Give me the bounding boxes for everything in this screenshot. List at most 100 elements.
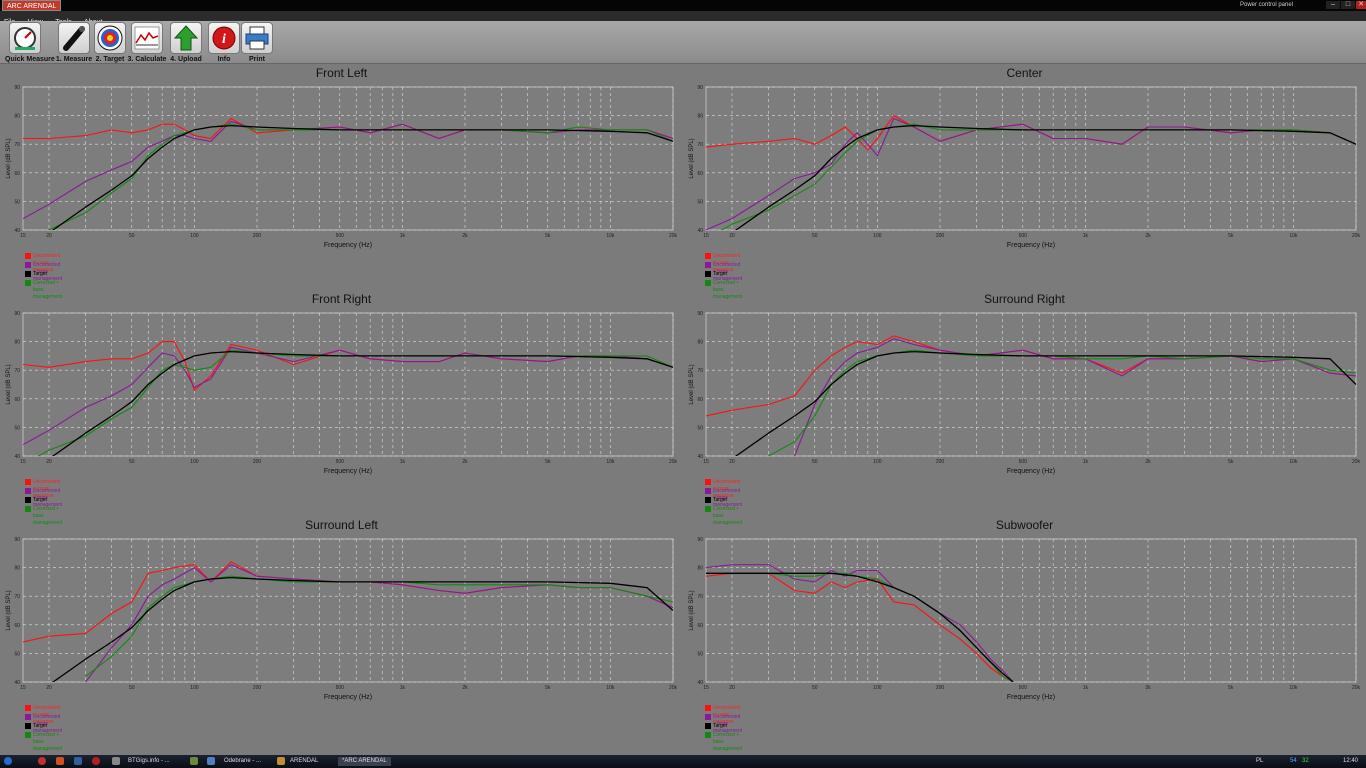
x-tick-label: 1k xyxy=(1083,233,1089,239)
x-tick-label: 20 xyxy=(729,459,735,465)
gauge-icon xyxy=(9,22,41,54)
x-tick-label: 10k xyxy=(1289,459,1298,465)
menu-bar: File View Tools About... xyxy=(0,11,1366,26)
microphone-icon xyxy=(58,22,90,54)
chart-title: Subwoofer xyxy=(995,518,1054,532)
start-orb-icon[interactable] xyxy=(4,757,12,765)
measure-button[interactable]: 1. Measure xyxy=(54,22,94,63)
legend-swatch xyxy=(705,280,711,286)
y-axis-label: Level (dB SPL) xyxy=(689,138,695,178)
calculate-label: 3. Calculate xyxy=(127,56,167,63)
toolbar: Quick Measure 1. Measure 2. Target 3. Ca… xyxy=(0,21,1366,64)
x-tick-label: 100 xyxy=(190,685,199,691)
x-tick-label: 200 xyxy=(253,233,262,239)
clock[interactable]: 12:40 xyxy=(1343,757,1358,766)
x-tick-label: 50 xyxy=(129,233,135,239)
x-tick-label: 500 xyxy=(1019,459,1028,465)
plot-area xyxy=(705,86,1357,231)
target-label: 2. Target xyxy=(95,56,125,63)
folder-icon[interactable] xyxy=(277,757,285,765)
x-tick-label: 200 xyxy=(253,459,262,465)
y-tick-label: 80 xyxy=(697,566,703,572)
taskbar-item-btgigs[interactable]: BTGigs.info - ... xyxy=(128,757,170,766)
chart-panel-surround-right: Surround Right 40 50 60 70 80 90 15 20 50 100 200 5… xyxy=(683,292,1366,526)
chart-title: Surround Right xyxy=(984,292,1065,306)
taskbar-item-odebrane[interactable]: Odebrane - ... xyxy=(224,757,261,766)
legend-swatch xyxy=(25,479,31,485)
x-tick-label: 100 xyxy=(873,233,882,239)
quick-measure-button[interactable]: Quick Measure xyxy=(5,22,55,63)
x-tick-label: 5k xyxy=(1228,685,1234,691)
svg-text:i: i xyxy=(222,32,226,47)
record-icon[interactable] xyxy=(92,757,100,765)
y-tick-label: 60 xyxy=(697,397,703,403)
x-tick-label: 20 xyxy=(46,685,52,691)
maximize-button[interactable]: □ xyxy=(1341,1,1355,9)
y-tick-label: 90 xyxy=(697,311,703,317)
chart-title: Center xyxy=(1006,66,1043,80)
app-icon[interactable] xyxy=(207,757,215,765)
power-control-panel-label[interactable]: Power control panel xyxy=(1240,0,1293,11)
y-tick-label: 80 xyxy=(14,340,20,346)
upload-button[interactable]: 4. Upload xyxy=(166,22,206,63)
save-icon[interactable] xyxy=(74,757,82,765)
x-axis-label: Frequency (Hz) xyxy=(324,468,372,475)
x-tick-label: 20k xyxy=(669,233,678,239)
legend-label: Corrected + bass management xyxy=(33,732,63,752)
x-tick-label: 5k xyxy=(545,233,551,239)
printer-icon xyxy=(241,22,273,54)
y-tick-label: 90 xyxy=(14,85,20,91)
x-tick-label: 500 xyxy=(336,459,345,465)
y-tick-label: 80 xyxy=(697,340,703,346)
x-tick-label: 1k xyxy=(1083,685,1089,691)
x-tick-label: 5k xyxy=(1228,459,1234,465)
legend-swatch xyxy=(25,506,31,512)
x-tick-label: 1k xyxy=(400,685,406,691)
taskbar: BTGigs.info - ... Odebrane - ... ARENDAL… xyxy=(0,755,1366,768)
x-tick-label: 15 xyxy=(703,459,709,465)
y-tick-label: 50 xyxy=(14,651,20,657)
app-icon[interactable] xyxy=(190,757,198,765)
tray-language[interactable]: PL xyxy=(1256,757,1263,766)
frequency-response-chart: 40506070809015 20 50 100 200 500 1k 2k 5k 10k 20kF… xyxy=(689,85,1361,249)
y-tick-label: 90 xyxy=(14,537,20,543)
taskbar-item-arc-arendal[interactable]: *ARC ARENDAL xyxy=(338,757,391,766)
info-icon: i xyxy=(208,22,240,54)
y-tick-label: 60 xyxy=(697,171,703,177)
legend-label: Target xyxy=(713,497,727,503)
close-button[interactable]: ✕ xyxy=(1356,1,1366,9)
x-tick-label: 20 xyxy=(46,233,52,239)
frequency-response-chart: 40506070809015 20 50 100 200 500 1k 2k 5k 10k 20kF… xyxy=(689,311,1361,475)
minimize-button[interactable]: – xyxy=(1326,1,1340,9)
frequency-response-chart: 40506070809015 20 50 100 200 500 1k 2k 5k 10k 20kF… xyxy=(689,537,1361,701)
legend-swatch xyxy=(25,262,31,268)
firefox-icon[interactable] xyxy=(56,757,64,765)
x-tick-label: 50 xyxy=(129,459,135,465)
taskbar-item-arendal[interactable]: ARENDAL xyxy=(290,757,318,766)
x-tick-label: 10k xyxy=(606,233,615,239)
legend-swatch xyxy=(25,253,31,259)
app-icon[interactable] xyxy=(112,757,120,765)
y-axis-label: Level (dB SPL) xyxy=(6,364,12,404)
print-button[interactable]: Print xyxy=(237,22,277,63)
y-axis-label: Level (dB SPL) xyxy=(6,138,12,178)
target-button[interactable]: 2. Target xyxy=(90,22,130,63)
x-tick-label: 100 xyxy=(190,233,199,239)
y-tick-label: 90 xyxy=(697,85,703,91)
x-tick-label: 50 xyxy=(812,459,818,465)
legend-swatch xyxy=(705,732,711,738)
legend-label: Target xyxy=(33,271,47,277)
x-tick-label: 15 xyxy=(703,233,709,239)
y-axis-label: Level (dB SPL) xyxy=(689,364,695,404)
x-tick-label: 500 xyxy=(1019,685,1028,691)
x-tick-label: 10k xyxy=(606,685,615,691)
x-tick-label: 1k xyxy=(1083,459,1089,465)
x-tick-label: 10k xyxy=(606,459,615,465)
calculate-button[interactable]: 3. Calculate xyxy=(127,22,167,63)
legend-swatch xyxy=(25,497,31,503)
legend-swatch xyxy=(705,253,711,259)
y-tick-label: 60 xyxy=(14,623,20,629)
legend-label: Target xyxy=(33,723,47,729)
legend-swatch xyxy=(705,705,711,711)
opera-icon[interactable] xyxy=(38,757,46,765)
